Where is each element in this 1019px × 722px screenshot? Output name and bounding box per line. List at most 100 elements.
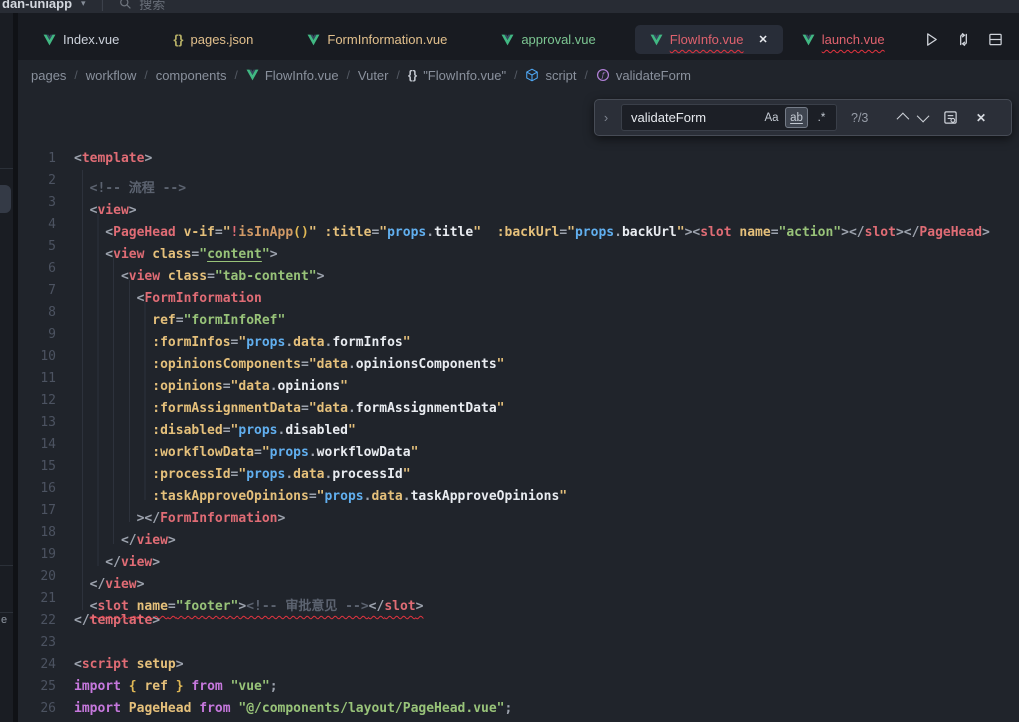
breadcrumb-item-workflow[interactable]: workflow: [86, 68, 137, 83]
code-line[interactable]: 21<slot name="footer"><!-- 审批意见 --></slo…: [18, 588, 1019, 610]
tab-pages.json[interactable]: {}pages.json: [158, 25, 268, 54]
line-number: 26: [18, 698, 74, 720]
code-text: </view>: [74, 522, 176, 544]
code-line[interactable]: 8ref="formInfoRef": [18, 302, 1019, 324]
code-line[interactable]: 13:disabled="props.disabled": [18, 412, 1019, 434]
code-editor[interactable]: 1<template>2<!-- 流程 -->3<view>4<PageHead…: [18, 90, 1019, 722]
code-line[interactable]: 16:taskApproveOpinions="props.data.taskA…: [18, 478, 1019, 500]
code-text: <!-- 流程 -->: [74, 170, 186, 192]
code-line[interactable]: 20</view>: [18, 566, 1019, 588]
find-input[interactable]: validateForm Aa ab .*: [621, 104, 837, 131]
line-number: 10: [18, 346, 74, 368]
sidebar-item-fragment[interactable]: [0, 185, 11, 213]
find-in-selection-button[interactable]: [943, 110, 958, 125]
breadcrumb-label: script: [545, 68, 576, 83]
code-text: :formAssignmentData="data.formAssignment…: [74, 390, 505, 412]
code-line[interactable]: 25import { ref } from "vue";: [18, 676, 1019, 698]
line-number: 5: [18, 236, 74, 258]
code-text: ></FormInformation>: [74, 500, 285, 522]
tab-label: FlowInfo.vue: [670, 32, 744, 47]
vue-icon: [246, 69, 259, 81]
code-line[interactable]: 6<view class="tab-content">: [18, 258, 1019, 280]
tab-approval.vue[interactable]: approval.vue: [486, 25, 610, 54]
code-text: import { ref } from "vue";: [74, 676, 278, 698]
vscode-window: dan-uniapp ▾ | 搜索 e Index.vue{}pages.jso…: [0, 0, 1019, 722]
line-number: 23: [18, 632, 74, 654]
match-case-button[interactable]: Aa: [760, 107, 783, 128]
project-name[interactable]: dan-uniapp: [2, 0, 72, 11]
breadcrumb-item-Vuter[interactable]: Vuter: [358, 68, 389, 83]
breadcrumb-item-script[interactable]: script: [525, 68, 576, 83]
line-number: 9: [18, 324, 74, 346]
code-line[interactable]: 18</view>: [18, 522, 1019, 544]
code-line[interactable]: 11:opinions="data.opinions": [18, 368, 1019, 390]
find-in-selection-icon: [943, 110, 958, 125]
code-line[interactable]: 2<!-- 流程 -->: [18, 170, 1019, 192]
breadcrumb-separator: /: [144, 68, 147, 82]
toggle-replace-button[interactable]: ›: [599, 110, 613, 125]
breadcrumb-separator: /: [235, 68, 238, 82]
code-line[interactable]: 15:processId="props.data.processId": [18, 456, 1019, 478]
line-number: 3: [18, 192, 74, 214]
code-line[interactable]: 26import PageHead from "@/components/lay…: [18, 698, 1019, 720]
code-line[interactable]: 14:workflowData="props.workflowData": [18, 434, 1019, 456]
line-number: 18: [18, 522, 74, 544]
vue-icon: [802, 34, 815, 46]
breadcrumb-label: "FlowInfo.vue": [423, 68, 506, 83]
next-match-button[interactable]: [920, 109, 929, 127]
whole-word-button[interactable]: ab: [785, 107, 808, 128]
code-text: <template>: [74, 148, 152, 170]
symbol-method-icon: f: [596, 68, 610, 82]
code-line[interactable]: 9:formInfos="props.data.formInfos": [18, 324, 1019, 346]
tab-launch.vue[interactable]: launch.vue: [787, 25, 900, 54]
line-number: 14: [18, 434, 74, 456]
code-line[interactable]: 23: [18, 632, 1019, 654]
line-number: 7: [18, 280, 74, 302]
breadcrumb-item-components[interactable]: components: [156, 68, 227, 83]
breadcrumb-item-FlowInfo.vue[interactable]: {} "FlowInfo.vue": [408, 68, 506, 83]
code-text: <script setup>: [74, 654, 184, 676]
line-number: 4: [18, 214, 74, 236]
code-line[interactable]: 7<FormInformation: [18, 280, 1019, 302]
breadcrumb-item-FlowInfo.vue[interactable]: FlowInfo.vue: [246, 68, 339, 83]
breadcrumb-label: components: [156, 68, 227, 83]
code-line[interactable]: 1<template>: [18, 148, 1019, 170]
sidebar-text-fragment: e: [1, 614, 7, 626]
line-number: 2: [18, 170, 74, 192]
tab-label: FormInformation.vue: [327, 32, 447, 47]
divider: [0, 168, 13, 169]
split-editor-button[interactable]: [988, 32, 1003, 47]
close-find-button[interactable]: ✕: [976, 111, 986, 125]
line-number: 21: [18, 588, 74, 610]
code-line[interactable]: 12:formAssignmentData="data.formAssignme…: [18, 390, 1019, 412]
code-text: </template>: [74, 610, 160, 632]
line-number: 13: [18, 412, 74, 434]
object-braces-icon: {}: [408, 68, 417, 82]
find-widget: › validateForm Aa ab .* ?/3: [594, 99, 1012, 136]
vue-icon: [650, 34, 663, 46]
previous-match-button[interactable]: [897, 109, 906, 127]
code-line[interactable]: 10:opinionsComponents="data.opinionsComp…: [18, 346, 1019, 368]
close-tab-button[interactable]: ✕: [758, 33, 767, 46]
code-line[interactable]: 24<script setup>: [18, 654, 1019, 676]
code-text: <FormInformation: [74, 280, 262, 302]
divider: [0, 565, 13, 566]
code-text: :processId="props.data.processId": [74, 456, 411, 478]
line-number: 19: [18, 544, 74, 566]
tab-Index.vue[interactable]: Index.vue: [28, 25, 134, 54]
code-text: <view class="tab-content">: [74, 258, 324, 280]
breadcrumb-item-validateForm[interactable]: fvalidateForm: [596, 68, 691, 83]
compare-button[interactable]: [956, 32, 971, 47]
global-search-box[interactable]: 搜索: [119, 0, 165, 13]
breadcrumb-item-pages[interactable]: pages: [31, 68, 66, 83]
breadcrumb-separator: /: [397, 68, 400, 82]
tab-FlowInfo.vue[interactable]: FlowInfo.vue ✕: [635, 25, 783, 54]
tab-FormInformation.vue[interactable]: FormInformation.vue: [292, 25, 462, 54]
code-text: <slot name="footer"><!-- 审批意见 --></slot>: [74, 588, 423, 610]
run-button[interactable]: [924, 32, 939, 47]
regex-button[interactable]: .*: [810, 107, 833, 128]
editor-group: Index.vue {}pages.json FormInformation.vue…: [18, 13, 1019, 722]
code-line[interactable]: 4<PageHead v-if="!isInApp()" :title="pro…: [18, 214, 1019, 236]
code-text: :opinions="data.opinions": [74, 368, 348, 390]
line-number: 11: [18, 368, 74, 390]
